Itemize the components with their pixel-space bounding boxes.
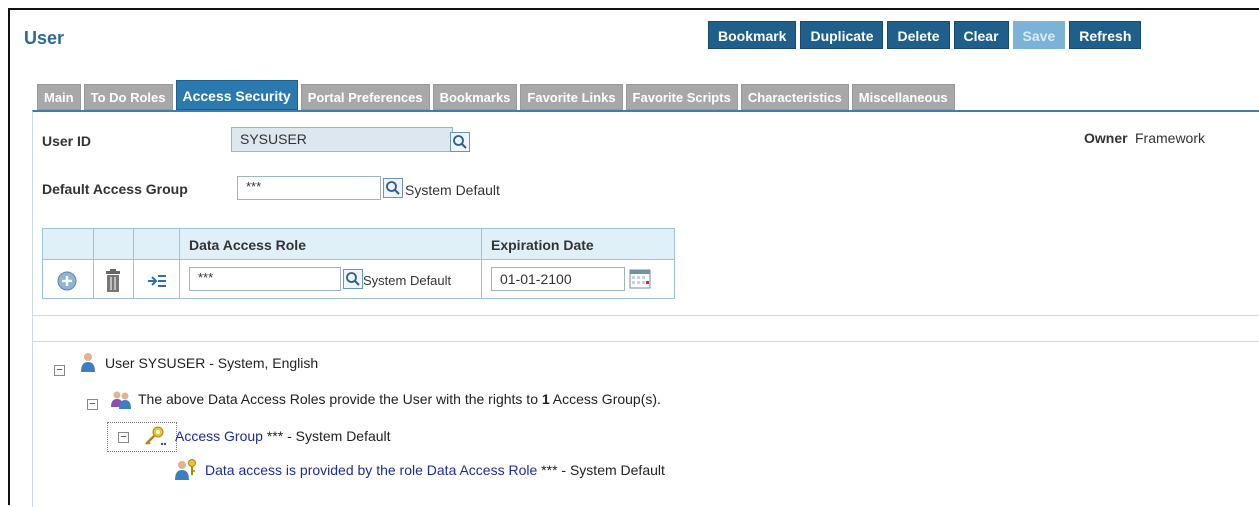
- rights-count: 1: [541, 391, 550, 407]
- column-header-expiration-date: Expiration Date: [491, 237, 594, 253]
- tab-to-do-roles[interactable]: To Do Roles: [83, 84, 173, 110]
- default-access-group-description: System Default: [405, 182, 500, 198]
- access-group-node: Access Group *** - System Default: [175, 428, 391, 444]
- trash-icon[interactable]: [103, 269, 123, 293]
- tab-main[interactable]: Main: [37, 84, 81, 110]
- toolbar: Bookmark Duplicate Delete Clear Save Ref…: [708, 21, 1142, 49]
- tab-portal-preferences[interactable]: Portal Preferences: [300, 84, 430, 110]
- access-group-description: - System Default: [283, 428, 391, 444]
- tab-access-security[interactable]: Access Security: [175, 80, 298, 110]
- user-icon: [79, 352, 97, 374]
- clear-button[interactable]: Clear: [953, 21, 1009, 49]
- owner-value: Framework: [1135, 130, 1206, 146]
- tab-bar: Main To Do Roles Access Security Portal …: [37, 80, 955, 110]
- data-access-code: ***: [541, 462, 558, 478]
- expiration-date-input[interactable]: 01-01-2100: [491, 267, 625, 291]
- refresh-button[interactable]: Refresh: [1069, 21, 1142, 49]
- user-id-label: User ID: [42, 133, 92, 149]
- collapse-toggle[interactable]: −: [54, 365, 65, 376]
- delete-button[interactable]: Delete: [887, 21, 950, 49]
- column-header-data-access-role: Data Access Role: [189, 237, 306, 253]
- access-group-code: ***: [266, 428, 284, 444]
- user-tree-node: User SYSUSER - System, English: [105, 355, 319, 371]
- data-access-role-grid: Data Access Role Expiration Date *** Sys…: [42, 228, 675, 299]
- group-icon: [110, 389, 132, 411]
- tab-characteristics[interactable]: Characteristics: [740, 84, 849, 110]
- data-access-role-input[interactable]: ***: [189, 267, 341, 291]
- calendar-icon[interactable]: [629, 269, 651, 289]
- tab-favorite-links[interactable]: Favorite Links: [520, 84, 623, 110]
- search-icon[interactable]: [343, 269, 363, 289]
- bookmark-button[interactable]: Bookmark: [708, 21, 797, 49]
- insert-row-icon[interactable]: [147, 273, 167, 289]
- default-access-group-label: Default Access Group: [42, 181, 188, 197]
- collapse-toggle[interactable]: −: [118, 432, 129, 443]
- data-access-node: Data access is provided by the role Data…: [205, 462, 665, 478]
- default-access-group-input[interactable]: ***: [237, 176, 381, 200]
- access-group-link[interactable]: Access Group: [175, 428, 263, 444]
- tab-favorite-scripts[interactable]: Favorite Scripts: [625, 84, 738, 110]
- search-icon[interactable]: [450, 132, 470, 152]
- tab-miscellaneous[interactable]: Miscellaneous: [851, 84, 955, 110]
- page-frame: User Bookmark Duplicate Delete Clear Sav…: [8, 8, 1259, 507]
- tab-bookmarks[interactable]: Bookmarks: [432, 84, 518, 110]
- duplicate-button[interactable]: Duplicate: [800, 21, 884, 49]
- role-key-icon: [174, 458, 198, 482]
- rights-summary: The above Data Access Roles provide the …: [138, 391, 661, 407]
- title-bar: User Bookmark Duplicate Delete Clear Sav…: [10, 10, 1259, 60]
- key-icon: [143, 424, 167, 448]
- access-security-panel: [32, 110, 1259, 507]
- save-button[interactable]: Save: [1012, 21, 1066, 49]
- data-access-link[interactable]: Data access is provided by the role Data…: [205, 462, 537, 478]
- user-id-field[interactable]: SYSUSER: [231, 127, 453, 152]
- rights-summary-prefix: The above Data Access Roles provide the …: [138, 391, 542, 407]
- page-title: User: [24, 28, 65, 48]
- add-row-icon[interactable]: [57, 271, 77, 291]
- rights-summary-suffix: Access Group(s).: [549, 391, 661, 407]
- collapse-toggle[interactable]: −: [87, 399, 98, 410]
- data-access-role-description: System Default: [363, 273, 452, 288]
- search-icon[interactable]: [383, 178, 403, 198]
- owner-label: Owner: [1084, 130, 1128, 146]
- data-access-description: - System Default: [557, 462, 665, 478]
